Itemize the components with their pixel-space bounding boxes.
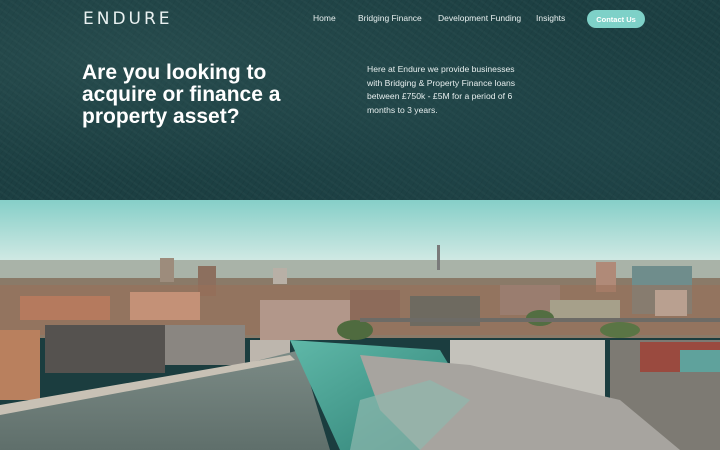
bridge [360,318,720,322]
endure-logo[interactable]: ENDURE [83,9,173,29]
hero-section: ENDURE Home Bridging Finance Development… [0,0,720,200]
logo-text: ENDURE [83,9,173,29]
chimney [437,245,440,270]
hero-headline: Are you looking to acquire or finance a … [82,61,281,128]
nav-item-insights[interactable]: Insights [536,13,565,23]
city-aerial-photo [0,200,720,450]
nav-item-development-funding[interactable]: Development Funding [438,13,521,23]
nav-item-bridging-finance[interactable]: Bridging Finance [358,13,422,23]
city-aerial-illustration [0,200,720,450]
sky [0,200,720,268]
contact-us-button[interactable]: Contact Us [587,10,645,28]
hero-blurb: Here at Endure we provide businesses wit… [367,64,516,116]
nav-item-home[interactable]: Home [313,13,336,23]
